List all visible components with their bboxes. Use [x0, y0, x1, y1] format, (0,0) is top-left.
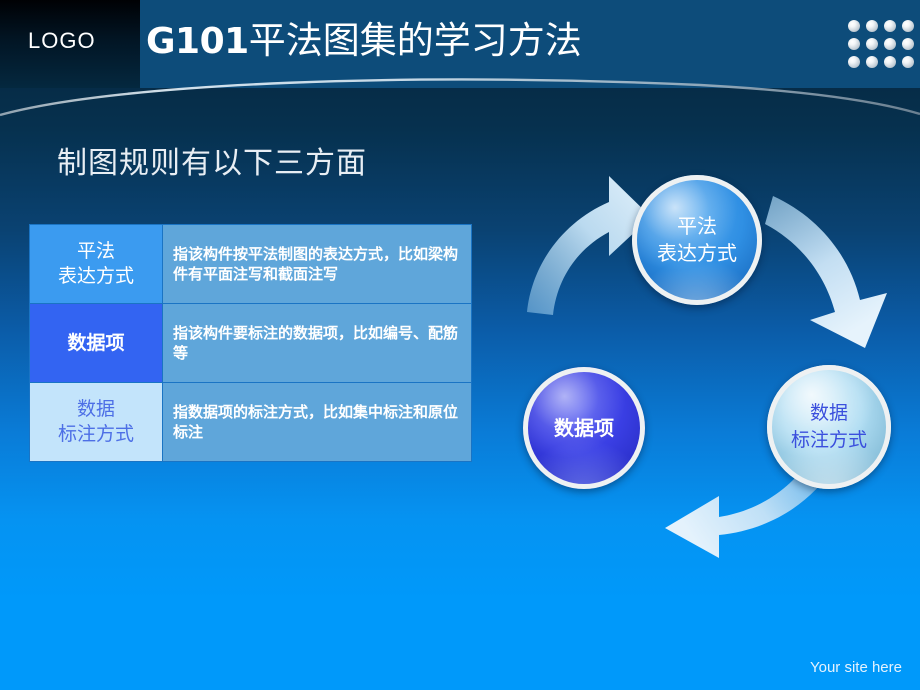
decorative-dot	[866, 56, 878, 68]
table-row: 数据项 指该构件要标注的数据项，比如编号、配筋等	[29, 303, 472, 383]
decorative-dots-grid	[848, 20, 916, 68]
logo-label: LOGO	[28, 28, 96, 53]
table-cell-key: 平法 表达方式	[29, 224, 163, 304]
table-row: 平法 表达方式 指该构件按平法制图的表达方式，比如梁构件有平面注写和截面注写	[29, 224, 472, 304]
table-cell-value: 指数据项的标注方式，比如集中标注和原位标注	[162, 382, 472, 462]
decorative-dot	[884, 38, 896, 50]
cycle-node-top-line1: 平法	[677, 214, 717, 238]
table-cell-key: 数据项	[29, 303, 163, 383]
rules-table: 平法 表达方式 指该构件按平法制图的表达方式，比如梁构件有平面注写和截面注写 数…	[29, 224, 472, 462]
decorative-dot	[902, 38, 914, 50]
cycle-node-left-label: 数据项	[554, 415, 614, 440]
cycle-node-top-label: 平法 表达方式	[657, 213, 737, 267]
table-cell-value: 指该构件要标注的数据项，比如编号、配筋等	[162, 303, 472, 383]
table-key-line1: 数据项	[67, 331, 125, 354]
cycle-node-right-line2: 标注方式	[790, 429, 867, 451]
cycle-node-right[interactable]: 数据 标注方式	[767, 365, 891, 489]
table-key-line2: 表达方式	[57, 265, 134, 287]
table-cell-value: 指该构件按平法制图的表达方式，比如梁构件有平面注写和截面注写	[162, 224, 472, 304]
decorative-dot	[848, 20, 860, 32]
section-subtitle: 制图规则有以下三方面	[57, 146, 367, 181]
cycle-node-right-label: 数据 标注方式	[791, 400, 867, 454]
cycle-node-top-line2: 表达方式	[657, 241, 737, 265]
table-key-line2: 标注方式	[57, 423, 134, 445]
slide-canvas: LOGO G101平法图集的学习方法 制图规则有以下三方面 平法 表达方式 指该…	[0, 0, 920, 690]
site-note: Your site here	[809, 659, 902, 676]
cycle-node-left[interactable]: 数据项	[523, 367, 645, 489]
table-key-line1: 平法	[76, 240, 115, 262]
table-row: 数据 标注方式 指数据项的标注方式，比如集中标注和原位标注	[29, 382, 472, 462]
table-cell-key: 数据 标注方式	[29, 382, 163, 462]
cycle-node-right-line1: 数据	[809, 402, 848, 424]
decorative-dot	[848, 38, 860, 50]
decorative-dot	[902, 56, 914, 68]
page-title: G101平法图集的学习方法	[146, 17, 582, 66]
decorative-dot	[866, 38, 878, 50]
page-title-main: 平法图集的学习方法	[248, 19, 582, 62]
cycle-node-top[interactable]: 平法 表达方式	[632, 175, 762, 305]
decorative-dot	[884, 20, 896, 32]
slide-header: LOGO G101平法图集的学习方法	[0, 0, 920, 88]
decorative-dot	[848, 56, 860, 68]
cycle-diagram: 平法 表达方式 数据 标注方式 数据项	[505, 160, 920, 565]
decorative-dot	[866, 20, 878, 32]
decorative-dot	[884, 56, 896, 68]
decorative-dot	[902, 20, 914, 32]
table-key-line1: 数据	[76, 398, 115, 420]
arrow-top-to-right	[765, 196, 887, 348]
page-title-prefix: G101	[146, 21, 249, 62]
